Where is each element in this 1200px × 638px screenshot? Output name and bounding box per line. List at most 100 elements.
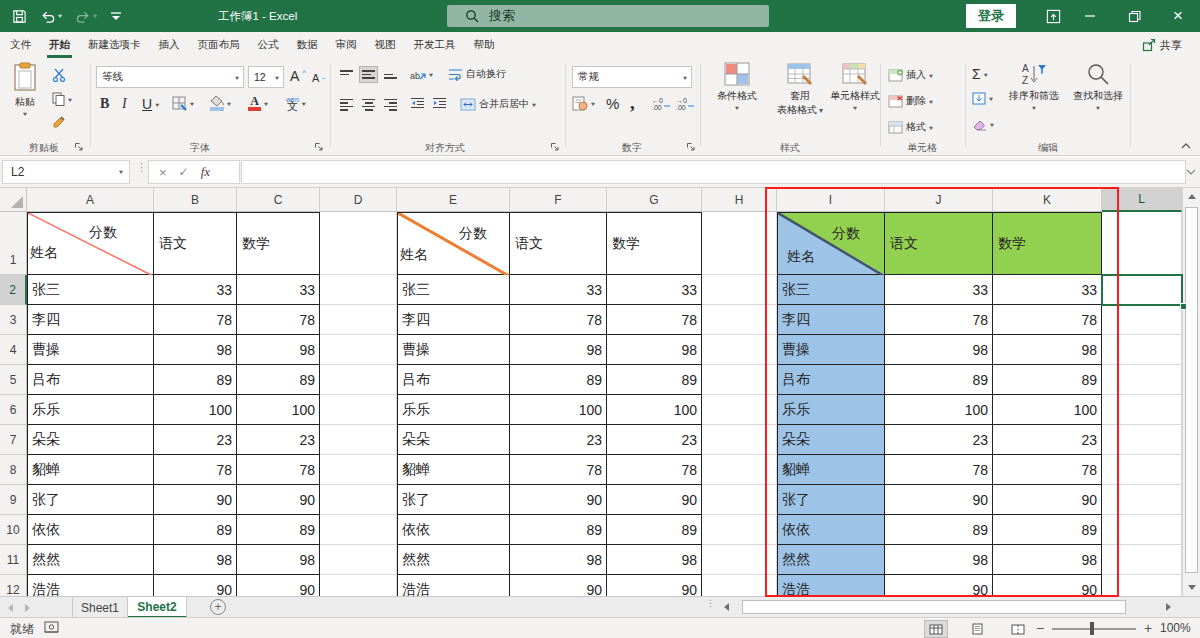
row-header-12[interactable]: 12 <box>0 575 27 596</box>
underline-button[interactable]: U▾ <box>142 96 159 112</box>
cell-chinese-score[interactable]: 98 <box>510 545 607 575</box>
phonetic-guide-button[interactable]: wén 文 ▾ <box>286 96 306 110</box>
formula-bar-splitter[interactable]: ⋮ <box>136 165 140 181</box>
cell-math-score[interactable]: 90 <box>607 485 702 515</box>
middle-align-button[interactable] <box>360 67 377 82</box>
increase-decimal-button[interactable]: ←0.00 <box>652 96 671 110</box>
zoom-slider-track[interactable] <box>1052 628 1136 630</box>
cell-math-score[interactable]: 33 <box>607 275 702 305</box>
enter-icon[interactable]: ✓ <box>179 165 189 179</box>
formula-input[interactable] <box>241 160 1186 184</box>
cell-styles-button[interactable]: 单元格样式 ▾ <box>830 62 880 150</box>
sign-in-button[interactable]: 登录 <box>966 4 1016 28</box>
column-header-E[interactable]: E <box>397 188 510 212</box>
scroll-down-icon[interactable] <box>1183 579 1200 596</box>
column-header-I[interactable]: I <box>777 188 885 212</box>
cell-math-score[interactable]: 89 <box>607 365 702 395</box>
cell-math-score[interactable]: 100 <box>237 395 320 425</box>
cell-name[interactable]: 依依 <box>397 515 510 545</box>
align-center-button[interactable] <box>360 97 377 112</box>
prev-sheet-icon[interactable] <box>8 604 13 612</box>
ribbon-tab-9[interactable]: 开发工具 <box>405 32 465 58</box>
cell-name[interactable]: 浩浩 <box>27 575 154 596</box>
cancel-icon[interactable]: × <box>159 165 167 180</box>
format-as-table-button[interactable]: 套用表格格式 ▾ <box>772 62 828 150</box>
cell-math-score[interactable]: 90 <box>237 485 320 515</box>
cell-chinese-score[interactable]: 23 <box>885 425 993 455</box>
horizontal-scrollbar[interactable]: ⋮ <box>700 597 1182 618</box>
scroll-up-icon[interactable] <box>1183 188 1200 205</box>
alignment-dialog-launcher[interactable] <box>550 142 560 152</box>
cell-math-score[interactable]: 100 <box>993 395 1102 425</box>
cell-math-score[interactable]: 98 <box>607 545 702 575</box>
sheet-tab-sheet1[interactable]: Sheet1 <box>73 597 128 618</box>
cell-math-score[interactable]: 98 <box>993 335 1102 365</box>
cell-name[interactable]: 吕布 <box>27 365 154 395</box>
cell-name[interactable]: 李四 <box>777 305 885 335</box>
paste-button[interactable]: 粘贴 ▾ <box>6 62 44 150</box>
cell-chinese-score[interactable]: 100 <box>510 395 607 425</box>
cell-chinese-score[interactable]: 89 <box>885 515 993 545</box>
cell-math-score[interactable]: 98 <box>237 545 320 575</box>
bold-button[interactable]: B <box>100 96 109 112</box>
cell-chinese-score[interactable]: 90 <box>885 485 993 515</box>
cell-math-score[interactable]: 78 <box>607 455 702 485</box>
wrap-text-button[interactable]: 自动换行 <box>448 67 506 81</box>
sheet-tab-sheet2[interactable]: Sheet2 <box>128 597 187 618</box>
cell-name[interactable]: 张了 <box>777 485 885 515</box>
row-header-4[interactable]: 4 <box>0 335 27 365</box>
cell-name[interactable]: 张三 <box>397 275 510 305</box>
column-header-C[interactable]: C <box>237 188 320 212</box>
cell-math-score[interactable]: 89 <box>237 365 320 395</box>
cell-math-score[interactable]: 89 <box>993 365 1102 395</box>
cell-chinese-score[interactable]: 78 <box>154 455 237 485</box>
cell-name[interactable]: 依依 <box>777 515 885 545</box>
table-header-math[interactable]: 数学 <box>237 212 320 275</box>
decrease-indent-button[interactable] <box>410 97 425 110</box>
cell-name[interactable]: 浩浩 <box>777 575 885 596</box>
cell-chinese-score[interactable]: 33 <box>510 275 607 305</box>
cell-name[interactable]: 吕布 <box>777 365 885 395</box>
row-header-9[interactable]: 9 <box>0 485 27 515</box>
decrease-decimal-button[interactable]: →0.00 <box>676 96 695 110</box>
macro-record-icon[interactable] <box>44 621 59 634</box>
column-header-L[interactable]: L <box>1102 188 1182 212</box>
ribbon-tab-7[interactable]: 审阅 <box>327 32 366 58</box>
cell-name[interactable]: 张了 <box>397 485 510 515</box>
bottom-align-button[interactable] <box>382 67 399 82</box>
sort-filter-button[interactable]: AZ 排序和筛选 ▾ <box>1002 62 1066 150</box>
row-header-5[interactable]: 5 <box>0 365 27 395</box>
cell-name[interactable]: 貂蝉 <box>397 455 510 485</box>
diagonal-header-cell[interactable]: 分数姓名 <box>27 212 154 275</box>
cell-name[interactable]: 然然 <box>397 545 510 575</box>
redo-icon[interactable]: ▾ <box>75 9 97 24</box>
cell-chinese-score[interactable]: 89 <box>154 365 237 395</box>
row-header-6[interactable]: 6 <box>0 395 27 425</box>
find-select-button[interactable]: 查找和选择 ▾ <box>1068 62 1128 150</box>
cell-math-score[interactable]: 89 <box>993 515 1102 545</box>
restore-button[interactable] <box>1112 0 1156 32</box>
save-icon[interactable] <box>12 9 27 24</box>
cell-name[interactable]: 张三 <box>27 275 154 305</box>
insert-cells-button[interactable]: 插入▾ <box>888 68 933 82</box>
comma-style-button[interactable]: , <box>630 92 635 114</box>
format-cells-button[interactable]: 格式▾ <box>888 120 933 134</box>
cell-chinese-score[interactable]: 23 <box>154 425 237 455</box>
conditional-formatting-button[interactable]: 条件格式 ▾ <box>706 62 768 150</box>
cell-math-score[interactable]: 90 <box>993 485 1102 515</box>
cell-chinese-score[interactable]: 78 <box>885 455 993 485</box>
font-name-select[interactable]: 等线▾ <box>96 66 244 88</box>
cell-chinese-score[interactable]: 98 <box>154 335 237 365</box>
cell-math-score[interactable]: 78 <box>237 305 320 335</box>
cell-chinese-score[interactable]: 100 <box>885 395 993 425</box>
diagonal-header-cell[interactable]: 分数姓名 <box>777 212 885 275</box>
ribbon-tab-5[interactable]: 公式 <box>249 32 288 58</box>
undo-icon[interactable]: ▾ <box>40 9 62 24</box>
cell-chinese-score[interactable]: 90 <box>154 575 237 596</box>
row-header-3[interactable]: 3 <box>0 305 27 335</box>
copy-button[interactable]: ▾ <box>52 92 72 106</box>
cell-chinese-score[interactable]: 89 <box>510 365 607 395</box>
cell-math-score[interactable]: 90 <box>993 575 1102 596</box>
cell-chinese-score[interactable]: 89 <box>154 515 237 545</box>
cell-chinese-score[interactable]: 78 <box>885 305 993 335</box>
